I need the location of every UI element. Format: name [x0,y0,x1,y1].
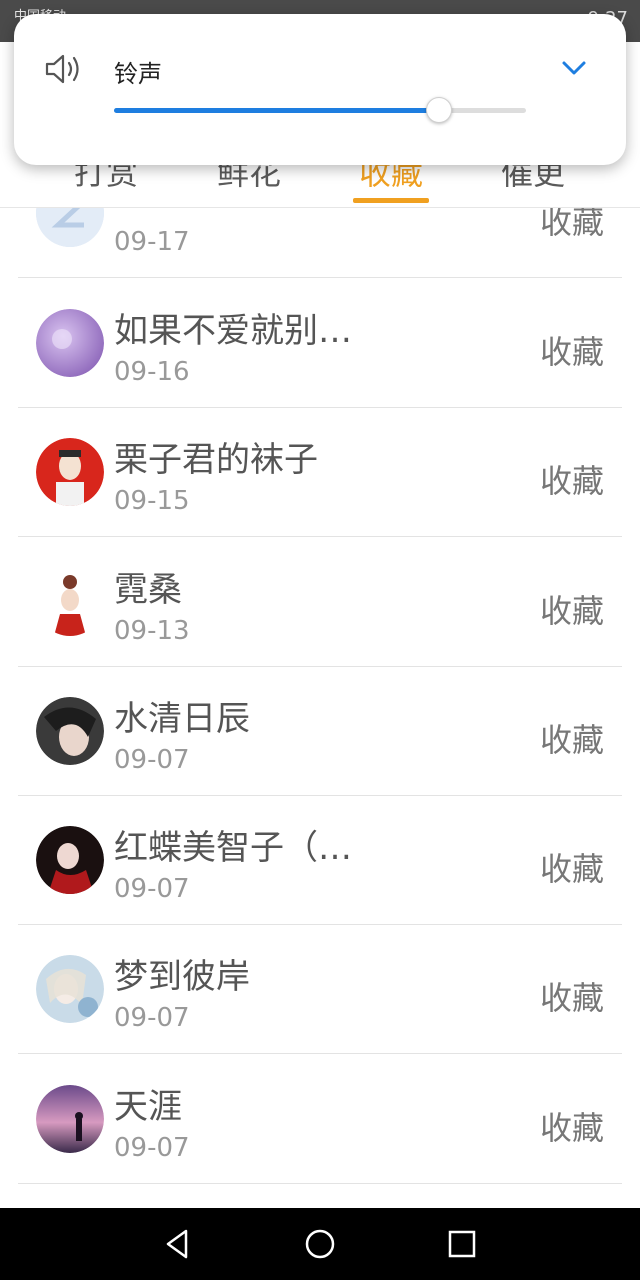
avatar [36,309,104,377]
speaker-icon[interactable] [44,52,84,86]
list-item[interactable]: 红蝶美智子（… 09-07 收藏 [18,796,622,925]
item-date: 09-07 [114,1133,190,1163]
action-label: 收藏 [539,979,604,1017]
item-date: 09-13 [114,616,190,646]
volume-slider-fill [114,108,440,113]
list-item[interactable]: 栗子君的袜子 09-15 收藏 [18,408,622,537]
avatar [36,438,104,506]
item-date: 09-17 [114,227,190,257]
user-name: 梦到彼岸 [114,957,250,997]
volume-panel: 铃声 [14,14,626,165]
avatar [36,1085,104,1153]
user-name: 水清日辰 [114,699,250,739]
user-name: 红蝶美智子（… [114,828,352,868]
volume-slider[interactable] [114,97,526,123]
list-item[interactable]: 09-17 收藏 [18,208,622,278]
favorites-list: 09-17 收藏 如果不爱就别… 09-16 收藏 栗子君的袜子 09-15 收… [0,208,640,1208]
action-label: 收藏 [539,850,604,888]
recents-icon[interactable] [444,1226,480,1262]
action-label: 收藏 [539,1109,604,1147]
avatar [36,955,104,1023]
item-date: 09-07 [114,745,190,775]
avatar [36,568,104,636]
avatar [36,826,104,894]
list-item[interactable]: 如果不爱就别… 09-16 收藏 [18,279,622,408]
item-date: 09-15 [114,486,190,516]
avatar [36,208,104,247]
navigation-bar [0,1208,640,1280]
action-label: 收藏 [539,333,604,371]
back-icon[interactable] [160,1226,196,1262]
user-name: 如果不爱就别… [114,311,352,351]
list-item[interactable]: 梦到彼岸 09-07 收藏 [18,925,622,1054]
tab-active-indicator [353,198,429,203]
action-label: 收藏 [539,208,604,241]
user-name: 霓桑 [114,570,182,610]
action-label: 收藏 [539,721,604,759]
list-item[interactable]: 天涯 09-07 收藏 [18,1055,622,1184]
chevron-down-icon[interactable] [561,58,587,78]
item-date: 09-07 [114,1003,190,1033]
action-label: 收藏 [539,592,604,630]
item-date: 09-16 [114,357,190,387]
list-item[interactable]: 水清日辰 09-07 收藏 [18,667,622,796]
list-item[interactable]: 霓桑 09-13 收藏 [18,538,622,667]
action-label: 收藏 [539,462,604,500]
home-icon[interactable] [302,1226,338,1262]
user-name: 天涯 [114,1087,182,1127]
user-name: 栗子君的袜子 [114,440,318,480]
volume-stream-label: 铃声 [114,60,162,88]
avatar [36,697,104,765]
item-date: 09-07 [114,874,190,904]
volume-slider-thumb[interactable] [426,97,453,123]
